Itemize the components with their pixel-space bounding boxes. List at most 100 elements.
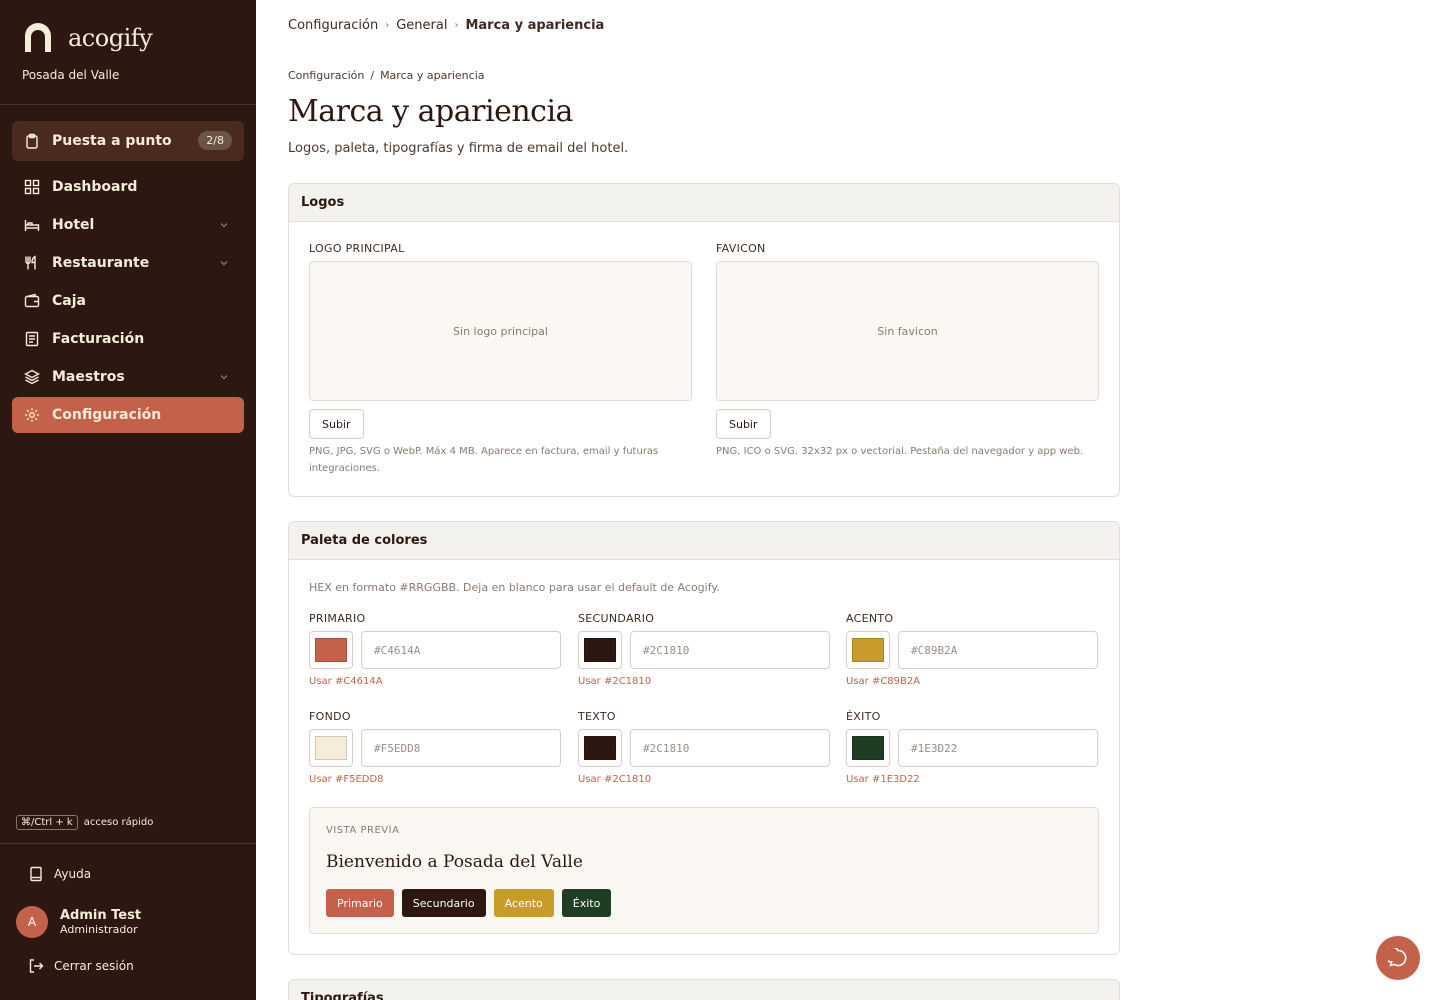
color-swatch <box>852 736 884 760</box>
grid-icon <box>24 179 40 195</box>
preview-chip-success: Éxito <box>561 889 612 917</box>
hotel-name: Posada del Valle <box>22 68 120 82</box>
sidebar-item-label: Maestros <box>52 369 125 385</box>
upload-main-logo-button[interactable]: Subir <box>309 409 364 439</box>
color-picker-background[interactable] <box>309 729 353 767</box>
color-picker-success[interactable] <box>846 729 890 767</box>
hex-input-primary[interactable] <box>361 631 561 669</box>
sidebar-item-configuracion[interactable]: Configuración <box>12 397 244 433</box>
sidebar-item-label: Puesta a punto <box>52 133 172 149</box>
main-logo-label: LOGO PRINCIPAL <box>309 242 405 255</box>
sidebar-divider <box>0 843 256 844</box>
preview-label: VISTA PREVIA <box>326 825 400 836</box>
hex-input-accent[interactable] <box>898 631 1098 669</box>
color-swatch <box>315 736 347 760</box>
avatar: A <box>16 906 48 938</box>
favicon-label: FAVICON <box>716 242 766 255</box>
sidebar-item-caja[interactable]: Caja <box>12 283 244 319</box>
hex-input-text[interactable] <box>630 729 830 767</box>
palette-card-title: Paleta de colores <box>289 522 1119 560</box>
sidebar-item-facturacion[interactable]: Facturación <box>12 321 244 357</box>
palette-preview: VISTA PREVIA Bienvenido a Posada del Val… <box>309 807 1099 934</box>
sidebar-item-label: Restaurante <box>52 255 150 271</box>
hex-input-success[interactable] <box>898 729 1098 767</box>
main-logo-dropzone[interactable]: Sin logo principal <box>309 261 692 401</box>
gear-icon <box>24 407 40 423</box>
use-default-success[interactable]: Usar #1E3D22 <box>846 774 920 785</box>
preview-title: Bienvenido a Posada del Valle <box>326 852 583 872</box>
logout-label: Cerrar sesión <box>54 959 134 973</box>
hex-input-background[interactable] <box>361 729 561 767</box>
main-logo-empty-text: Sin logo principal <box>453 324 548 338</box>
color-picker-text[interactable] <box>578 729 622 767</box>
chevron-down-icon[interactable] <box>218 257 230 269</box>
breadcrumb-current: Marca y apariencia <box>465 18 605 33</box>
wallet-icon <box>24 293 40 309</box>
color-picker-secondary[interactable] <box>578 631 622 669</box>
main-logo-hint: PNG, JPG, SVG o WebP. Máx 4 MB. Aparece … <box>309 446 659 474</box>
chat-button[interactable] <box>1376 936 1420 980</box>
sidebar-item-setup[interactable]: Puesta a punto 2/8 <box>12 121 244 161</box>
sub-breadcrumb-current: Marca y apariencia <box>380 69 485 82</box>
invoice-icon <box>24 331 40 347</box>
favicon-dropzone[interactable]: Sin favicon <box>716 261 1099 401</box>
logout-link[interactable]: Cerrar sesión <box>28 958 134 974</box>
logout-icon <box>29 959 44 973</box>
user-profile[interactable]: A Admin Test Administrador <box>16 906 141 938</box>
setup-progress-badge: 2/8 <box>198 131 232 150</box>
typography-card-title: Tipografías <box>289 980 1119 1000</box>
shortcut-keys: ⌘/Ctrl + k <box>16 815 78 830</box>
layers-icon <box>24 369 40 385</box>
brand-name: acogify <box>68 24 153 52</box>
use-default-primary[interactable]: Usar #C4614A <box>309 676 383 687</box>
color-swatch <box>852 638 884 662</box>
quick-access-hint: ⌘/Ctrl + k acceso rápido <box>16 815 153 830</box>
utensils-icon <box>24 255 40 271</box>
sidebar-divider <box>0 104 256 105</box>
help-link[interactable]: Ayuda <box>28 866 91 882</box>
breadcrumb: Configuración › General › Marca y aparie… <box>288 18 604 33</box>
user-name: Admin Test <box>60 908 142 923</box>
bed-icon <box>24 217 40 233</box>
use-default-accent[interactable]: Usar #C89B2A <box>846 676 920 687</box>
sidebar-item-maestros[interactable]: Maestros <box>12 359 244 395</box>
logos-card-title: Logos <box>289 184 1119 222</box>
color-swatch <box>315 638 347 662</box>
use-default-text[interactable]: Usar #2C1810 <box>578 774 651 785</box>
acogify-logo-icon <box>25 23 51 52</box>
hex-input-secondary[interactable] <box>630 631 830 669</box>
preview-chips: Primario Secundario Acento Éxito <box>326 889 619 917</box>
color-swatch <box>584 638 616 662</box>
chat-bubble-icon <box>1388 948 1407 967</box>
breadcrumb-item[interactable]: General <box>396 18 447 33</box>
page-title: Marca y apariencia <box>288 94 573 129</box>
breadcrumb-item[interactable]: Configuración <box>288 18 378 33</box>
typography-card: Tipografías <box>288 979 1120 1000</box>
sub-breadcrumb-item[interactable]: Configuración <box>288 69 364 82</box>
logos-card: Logos LOGO PRINCIPAL Sin logo principal … <box>288 183 1120 497</box>
book-icon <box>30 866 42 882</box>
page-subtitle: Logos, paleta, tipografías y firma de em… <box>288 141 629 156</box>
color-label-primary: PRIMARIO <box>309 612 366 625</box>
brand-logo[interactable]: acogify <box>22 22 153 54</box>
use-default-background[interactable]: Usar #F5EDD8 <box>309 774 384 785</box>
chevron-right-icon: › <box>385 20 390 31</box>
sidebar-item-label: Facturación <box>52 331 145 347</box>
color-picker-accent[interactable] <box>846 631 890 669</box>
chevron-down-icon[interactable] <box>218 219 230 231</box>
sidebar-item-hotel[interactable]: Hotel <box>12 207 244 243</box>
color-picker-primary[interactable] <box>309 631 353 669</box>
sidebar-item-restaurante[interactable]: Restaurante <box>12 245 244 281</box>
favicon-hint: PNG, ICO o SVG. 32x32 px o vectorial. Pe… <box>716 446 1084 457</box>
color-label-secondary: SECUNDARIO <box>578 612 655 625</box>
color-label-text: TEXTO <box>578 710 616 723</box>
color-label-accent: ACENTO <box>846 612 894 625</box>
use-default-secondary[interactable]: Usar #2C1810 <box>578 676 651 687</box>
sidebar-item-dashboard[interactable]: Dashboard <box>12 169 244 205</box>
upload-favicon-button[interactable]: Subir <box>716 409 771 439</box>
sub-breadcrumb: Configuración / Marca y apariencia <box>288 69 485 82</box>
breadcrumb-separator: / <box>370 69 375 82</box>
chevron-right-icon: › <box>454 20 459 31</box>
preview-chip-primary: Primario <box>326 889 394 917</box>
chevron-down-icon[interactable] <box>218 371 230 383</box>
